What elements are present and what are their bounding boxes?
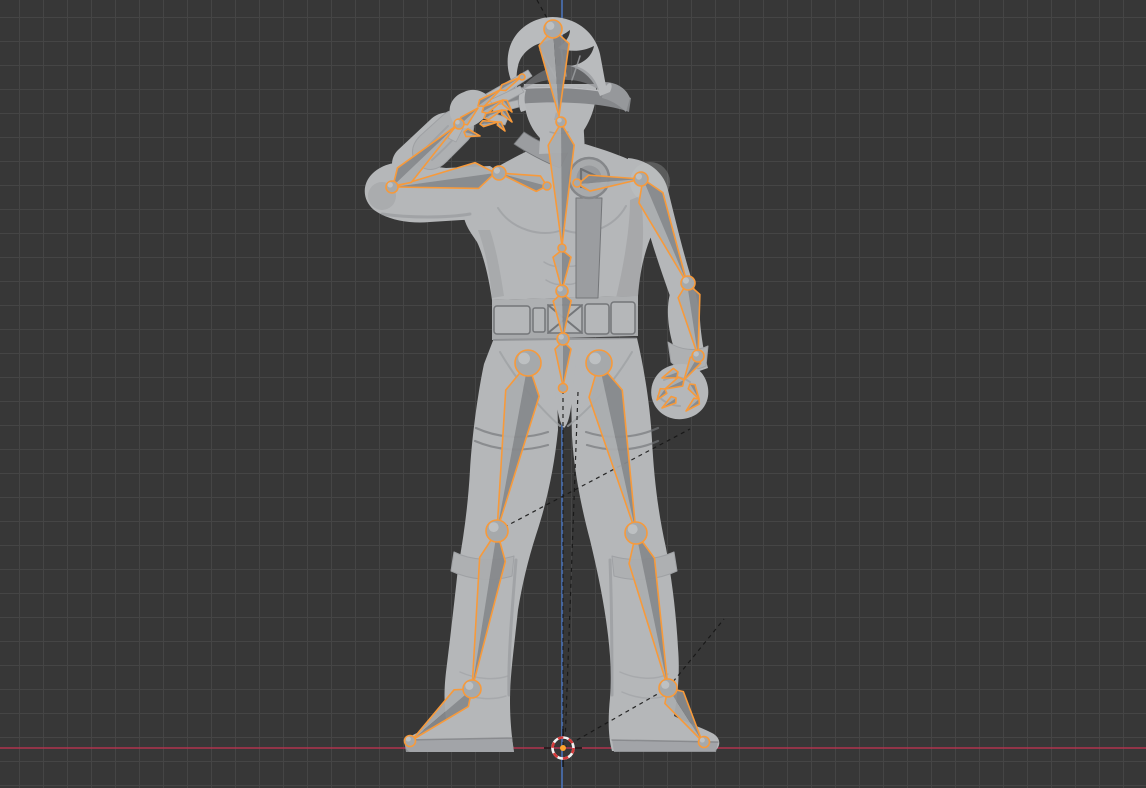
bone-joint[interactable] (556, 332, 570, 346)
bone-joint[interactable] (555, 116, 567, 128)
bone-joint[interactable] (557, 243, 567, 253)
bone-joint[interactable] (453, 118, 465, 130)
bone-joint[interactable] (680, 275, 696, 291)
bone-joint[interactable] (691, 349, 705, 363)
model-waist-strap (575, 197, 603, 299)
bone-joint[interactable] (518, 73, 526, 81)
bone-joint[interactable] (403, 734, 417, 748)
bone-joint[interactable] (658, 678, 678, 698)
bone-joint[interactable] (543, 19, 563, 39)
bone-joint[interactable] (624, 521, 648, 545)
bone-joint[interactable] (585, 349, 613, 377)
character-model[interactable] (364, 16, 720, 752)
bone-joint[interactable] (697, 735, 711, 749)
model-shadow (608, 558, 614, 697)
bone-joint[interactable] (633, 171, 649, 187)
bone-joint[interactable] (557, 382, 569, 394)
bone-joint[interactable] (385, 180, 399, 194)
bone-joint[interactable] (555, 284, 569, 298)
bone-joint[interactable] (462, 679, 482, 699)
bone-joint[interactable] (491, 165, 507, 181)
cursor-3d (544, 729, 582, 767)
bone-joint[interactable] (542, 181, 552, 191)
bone-joint[interactable] (514, 349, 542, 377)
blender-3d-viewport[interactable] (0, 0, 1146, 788)
scene-svg (0, 0, 1146, 788)
bone-joint[interactable] (572, 178, 582, 188)
bone-joint[interactable] (485, 519, 509, 543)
bone-pinky1-left[interactable] (479, 119, 499, 128)
